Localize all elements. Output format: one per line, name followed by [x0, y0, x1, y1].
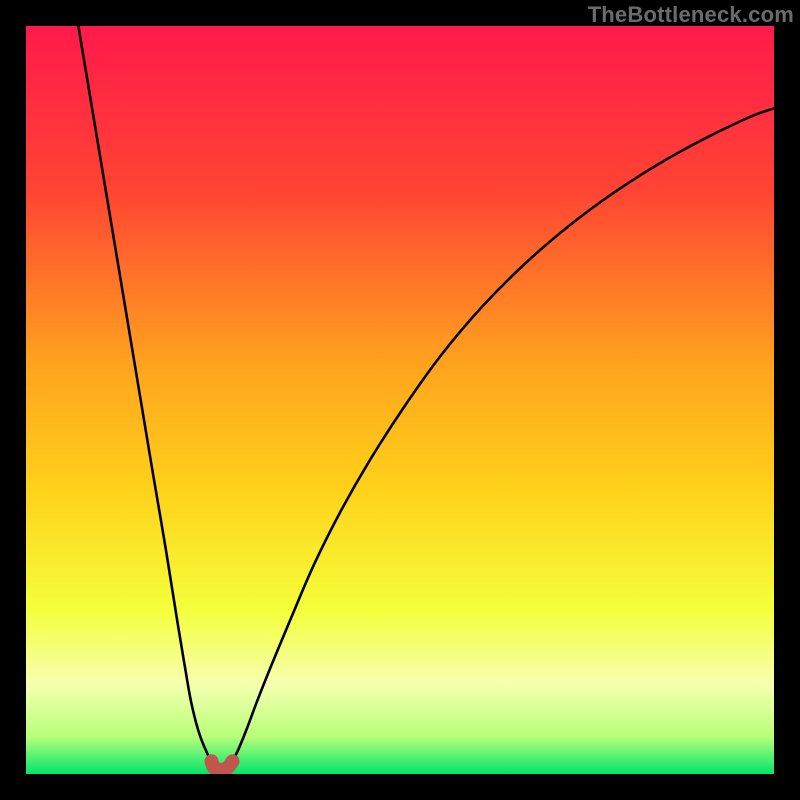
minimum-marker [212, 761, 233, 770]
curve-right-branch [232, 108, 774, 761]
attribution-text: TheBottleneck.com [588, 2, 794, 28]
plot-frame [26, 26, 774, 774]
bottleneck-curve [26, 26, 774, 774]
curve-left-branch [78, 26, 211, 761]
